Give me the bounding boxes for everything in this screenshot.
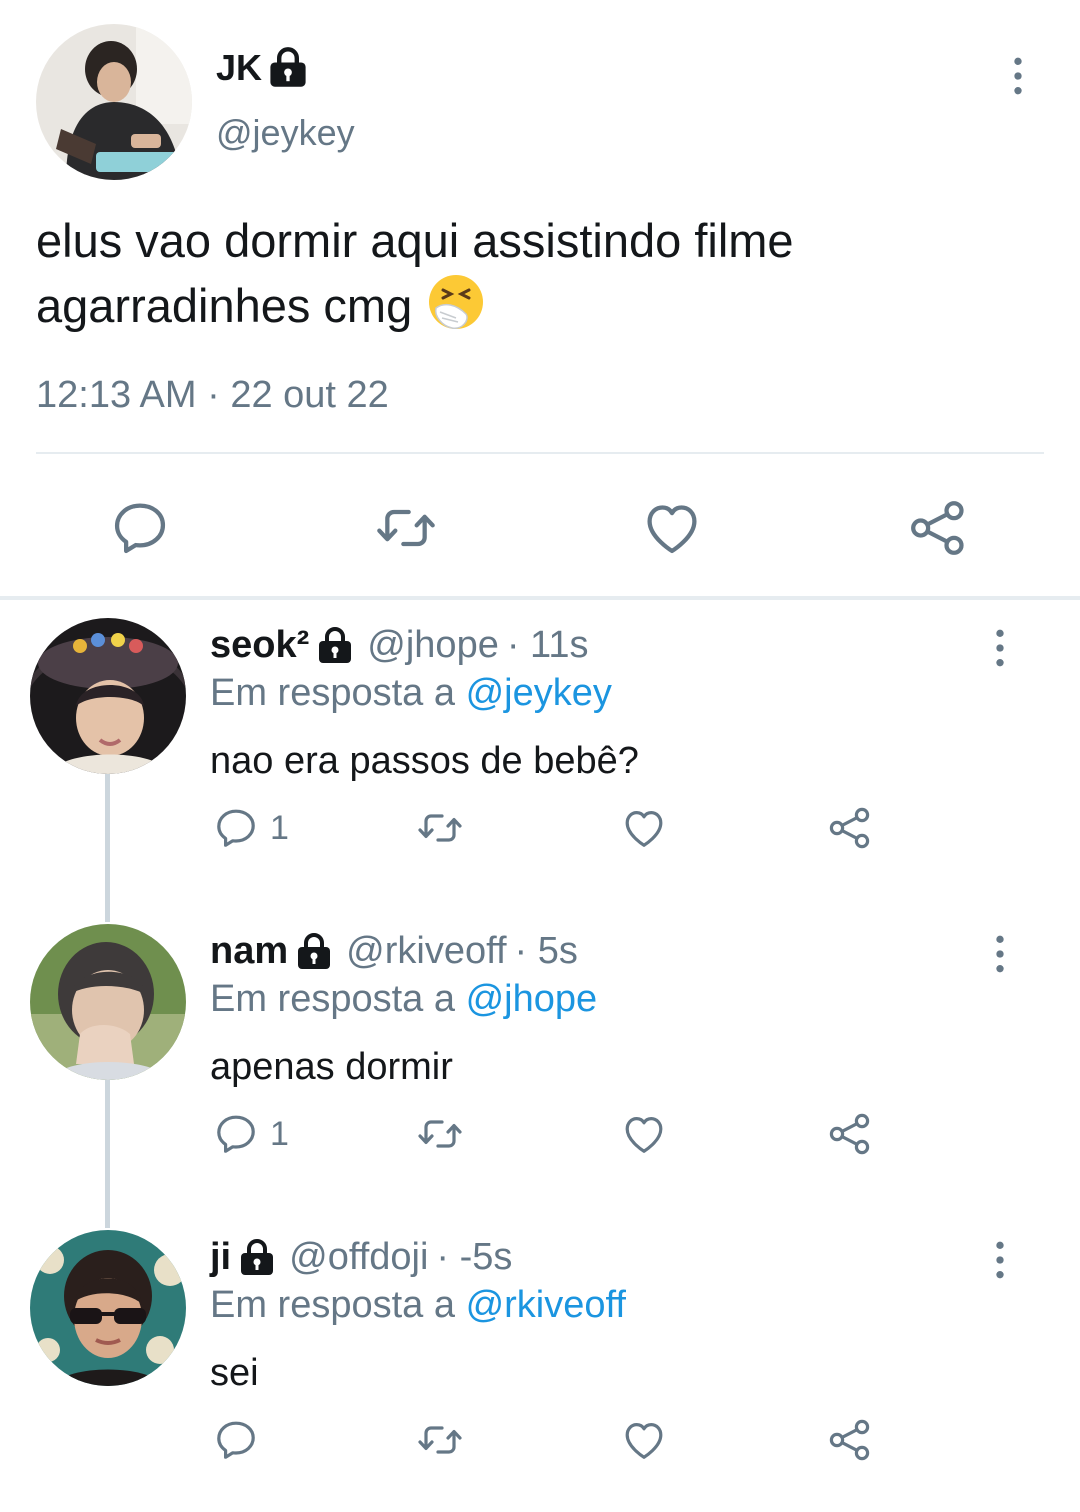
sneezing-face-icon (426, 272, 486, 347)
retweet-button[interactable] (416, 804, 464, 852)
reply-button[interactable]: 1 (212, 1110, 289, 1158)
reply-icon[interactable] (108, 496, 172, 560)
share-button[interactable] (826, 804, 874, 852)
user-handle[interactable]: @offdoji (289, 1236, 428, 1279)
more-options-icon[interactable] (988, 1238, 1012, 1282)
reply-count: 1 (270, 808, 289, 847)
lock-icon (237, 1238, 277, 1278)
tweet-timestamp[interactable]: 12:13 AM · 22 out 22 (36, 374, 389, 417)
retweet-button[interactable] (416, 1110, 464, 1158)
tweet-text-content: elus vao dormir aqui assistindo filme ag… (36, 214, 794, 332)
replying-to-link[interactable]: @jhope (466, 978, 598, 1020)
retweet-icon[interactable] (374, 496, 438, 560)
display-name-text: JK (216, 47, 263, 88)
replying-to: Em resposta a @rkiveoff (210, 1284, 626, 1327)
replying-prefix: Em resposta a (210, 672, 455, 714)
display-name[interactable]: nam (210, 930, 288, 973)
reply-tweet[interactable]: ji @offdoji · -5s Em resposta a @rkiveof… (0, 1212, 1080, 1512)
lock-icon (266, 46, 310, 90)
like-icon[interactable] (640, 496, 704, 560)
display-name[interactable]: seok² (210, 624, 309, 667)
avatar[interactable] (36, 24, 192, 180)
tweet-text: sei (210, 1352, 259, 1394)
tweet-text: nao era passos de bebê? (210, 740, 639, 782)
replying-to: Em resposta a @jhope (210, 978, 597, 1021)
replying-to-link[interactable]: @jeykey (466, 672, 612, 714)
like-button[interactable] (620, 804, 668, 852)
more-options-icon[interactable] (988, 932, 1012, 976)
display-name[interactable]: JK (216, 46, 310, 90)
replying-to-link[interactable]: @rkiveoff (466, 1284, 626, 1326)
share-button[interactable] (826, 1416, 874, 1464)
tweet-time[interactable]: · 5s (515, 930, 578, 973)
avatar[interactable] (30, 618, 186, 774)
user-handle[interactable]: @jeykey (216, 112, 355, 154)
tweet-text: elus vao dormir aqui assistindo filme ag… (36, 210, 1036, 347)
divider (36, 452, 1044, 454)
retweet-icon[interactable] (416, 1110, 464, 1158)
reply-header: ji @offdoji · -5s (210, 1236, 512, 1279)
retweet-button[interactable] (416, 1416, 464, 1464)
reply-header: nam @rkiveoff · 5s (210, 930, 578, 973)
like-icon[interactable] (620, 804, 668, 852)
reply-count: 1 (270, 1114, 289, 1153)
user-handle[interactable]: @rkiveoff (346, 930, 506, 973)
tweet-time[interactable]: · -5s (436, 1236, 512, 1279)
like-button[interactable] (620, 1416, 668, 1464)
like-button[interactable] (620, 1110, 668, 1158)
avatar[interactable] (30, 924, 186, 1080)
reply-icon[interactable] (212, 1110, 260, 1158)
reply-header: seok² @jhope · 11s (210, 624, 589, 667)
replying-prefix: Em resposta a (210, 978, 455, 1020)
avatar[interactable] (30, 1230, 186, 1386)
retweet-icon[interactable] (416, 1416, 464, 1464)
reply-button[interactable]: 1 (212, 804, 289, 852)
share-icon[interactable] (826, 1416, 874, 1464)
lock-icon (294, 932, 334, 972)
share-icon[interactable] (826, 1110, 874, 1158)
like-icon[interactable] (620, 1110, 668, 1158)
more-options-icon[interactable] (1006, 54, 1030, 98)
retweet-icon[interactable] (416, 804, 464, 852)
reply-button[interactable] (212, 1416, 270, 1464)
replying-prefix: Em resposta a (210, 1284, 455, 1326)
tweet-text: apenas dormir (210, 1046, 453, 1088)
share-icon[interactable] (906, 496, 970, 560)
more-options-icon[interactable] (988, 626, 1012, 670)
like-icon[interactable] (620, 1416, 668, 1464)
reply-tweet[interactable]: nam @rkiveoff · 5s Em resposta a @jhope … (0, 906, 1080, 1212)
user-handle[interactable]: @jhope (367, 624, 499, 667)
lock-icon (315, 626, 355, 666)
tweet-time[interactable]: · 11s (507, 624, 589, 667)
share-icon[interactable] (826, 804, 874, 852)
reply-icon[interactable] (212, 1416, 260, 1464)
main-tweet: JK @jeykey elus vao dormir aqui assistin… (0, 0, 1080, 598)
reply-tweet[interactable]: seok² @jhope · 11s Em resposta a @jeykey… (0, 600, 1080, 906)
reply-icon[interactable] (212, 804, 260, 852)
display-name[interactable]: ji (210, 1236, 231, 1279)
replying-to: Em resposta a @jeykey (210, 672, 612, 715)
share-button[interactable] (826, 1110, 874, 1158)
